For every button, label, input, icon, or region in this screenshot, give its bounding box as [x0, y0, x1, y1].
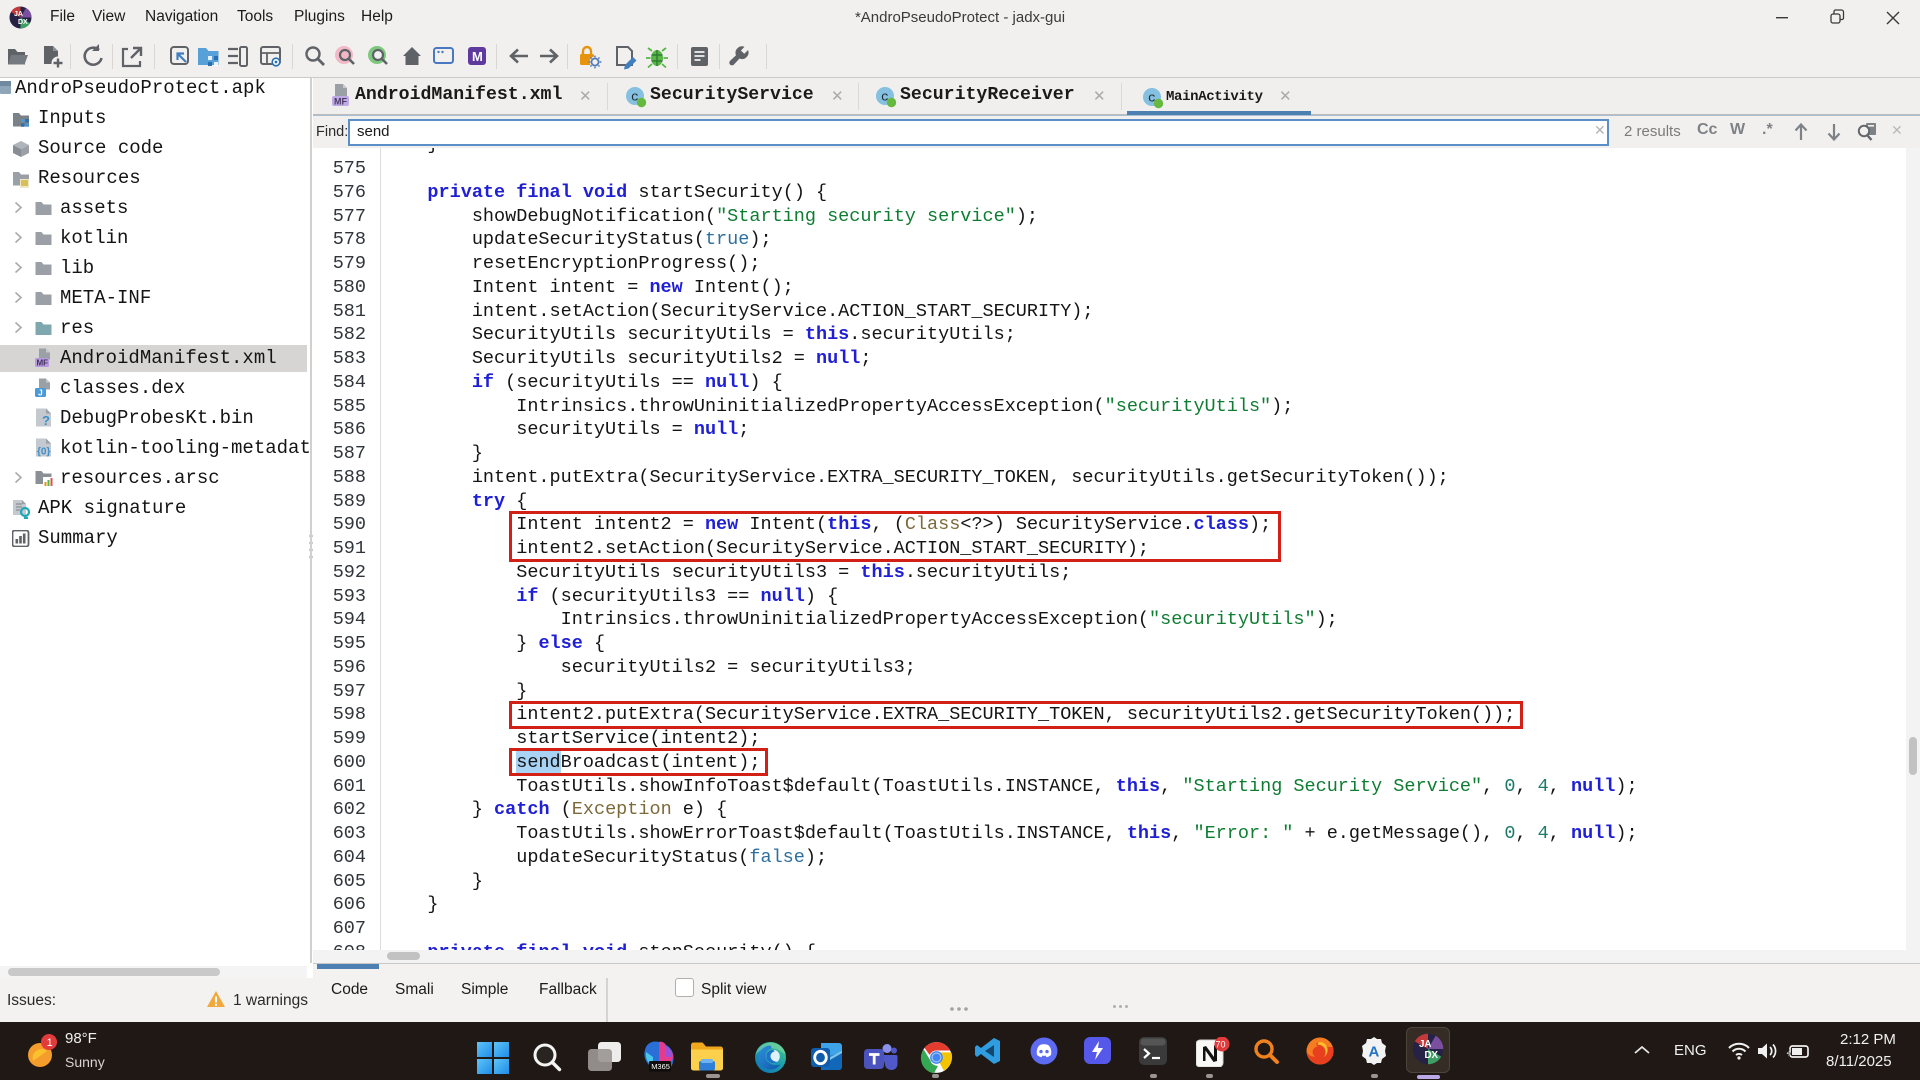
svg-text:?: ? [42, 413, 50, 428]
svg-text:1: 1 [47, 1037, 53, 1049]
svg-text:M365: M365 [651, 1062, 670, 1071]
svg-text:M: M [472, 49, 483, 64]
svg-text:JA: JA [1419, 1039, 1431, 1050]
svg-text:70: 70 [1216, 1040, 1226, 1050]
svg-text:DX: DX [1425, 1050, 1439, 1061]
svg-text:MF: MF [334, 97, 347, 107]
svg-text:{0}: {0} [37, 447, 50, 458]
svg-text:J: J [38, 388, 43, 398]
svg-text:A: A [1369, 1044, 1380, 1061]
svg-text:MF: MF [37, 359, 49, 368]
